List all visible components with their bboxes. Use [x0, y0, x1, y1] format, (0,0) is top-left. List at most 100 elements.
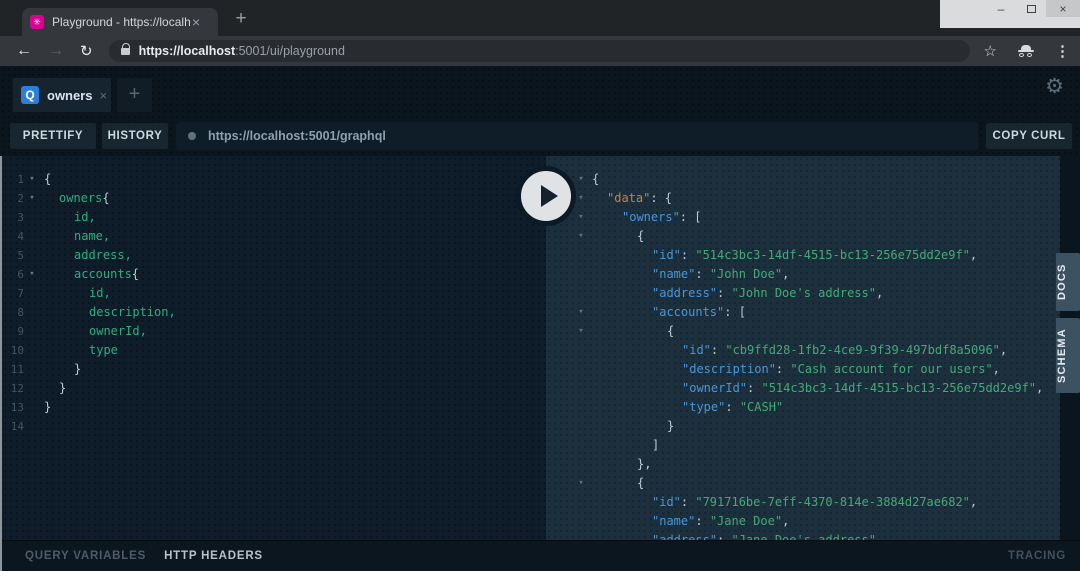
browser-tab[interactable]: ✳ Playground - https://localhost:50 × [22, 8, 218, 36]
fold-arrow-icon[interactable]: ▾ [574, 170, 588, 189]
history-button[interactable]: HISTORY [102, 123, 168, 149]
fold-gutter [24, 284, 40, 303]
fold-gutter [574, 341, 588, 360]
schema-tab[interactable]: SCHEMA [1056, 318, 1080, 393]
endpoint-url: https://localhost:5001/graphql [208, 129, 386, 143]
fold-arrow-icon[interactable]: ▾ [574, 474, 588, 493]
new-tab-button[interactable]: + [228, 6, 254, 32]
code-line: 7 id, [2, 284, 546, 303]
line-number: 11 [10, 363, 24, 376]
fold-gutter [574, 265, 588, 284]
copy-curl-button[interactable]: COPY CURL [986, 123, 1072, 149]
query-variables-tab[interactable]: QUERY VARIABLES [25, 550, 146, 562]
code-text: } [59, 381, 67, 395]
code-text: id, [74, 210, 96, 224]
code-line: 6 ▾ accounts{ [2, 265, 546, 284]
fold-gutter [24, 398, 40, 417]
lock-icon[interactable] [120, 42, 131, 55]
code-line: 4 name, [2, 227, 546, 246]
bookmark-star-icon[interactable]: ☆ [984, 42, 997, 60]
fold-arrow-icon[interactable]: ▾ [24, 265, 40, 284]
window-frame: – × [940, 0, 1080, 28]
fold-arrow-icon[interactable]: ▾ [574, 227, 588, 246]
session-tab-title: owners [47, 87, 93, 103]
code-text: "owners": [ [622, 210, 702, 224]
line-number: 2 [17, 192, 24, 205]
fold-gutter [24, 303, 40, 322]
session-tab-owners[interactable]: Q owners × [13, 78, 111, 112]
code-text: "address": "John Doe's address", [652, 286, 884, 300]
fold-gutter [574, 436, 588, 455]
tracing-tab[interactable]: TRACING [1008, 550, 1066, 562]
line-number: 10 [10, 344, 24, 357]
browser-menu-icon[interactable]: ⋮ [1055, 42, 1070, 60]
fold-arrow-icon[interactable]: ▾ [574, 208, 588, 227]
code-text: "description": "Cash account for our use… [682, 362, 1000, 376]
code-line: 3 id, [2, 208, 546, 227]
graphql-playground: Q owners × + ⚙ PRETTIFY HISTORY https://… [0, 66, 1080, 571]
browser-tab-close-icon[interactable]: × [192, 14, 200, 30]
code-text: { [637, 476, 645, 490]
query-editor[interactable]: 1 ▾{2 ▾ owners{3 id, 4 name, 5 address, 6 ▾ account… [2, 156, 546, 540]
fold-gutter [24, 227, 40, 246]
code-text: description, [89, 305, 176, 319]
playground-toolbar: PRETTIFY HISTORY https://localhost:5001/… [0, 112, 1080, 156]
fold-gutter [24, 341, 40, 360]
endpoint-status-dot [188, 132, 196, 140]
code-text: "address": "Jane Doe's address", [652, 533, 884, 540]
line-number: 7 [17, 287, 24, 300]
code-line: 11} [2, 360, 546, 379]
code-text: "ownerId": "514c3bc3-14df-4515-bc13-256e… [682, 381, 1044, 395]
back-button[interactable]: ← [16, 43, 32, 59]
fold-arrow-icon[interactable]: ▾ [574, 303, 588, 322]
code-text: "id": "cb9ffd28-1fb2-4ce9-9f39-497bdf8a5… [682, 343, 1008, 357]
code-text: name, [74, 229, 111, 243]
code-line: 13} [2, 398, 546, 417]
browser-window: ✳ Playground - https://localhost:50 × + … [0, 0, 1080, 571]
code-text: { [44, 172, 52, 186]
code-line: ▾ "owners": [ [546, 208, 1060, 227]
code-text: ownerId, [89, 324, 147, 338]
forward-button[interactable]: → [48, 43, 64, 59]
browser-toolbar: ← → ↻ https://localhost :5001/ui/playgro… [0, 36, 1080, 66]
window-minimize-button[interactable]: – [986, 0, 1016, 17]
fold-gutter [574, 531, 588, 540]
fold-gutter [24, 322, 40, 341]
fold-gutter [24, 246, 40, 265]
code-line: 2 ▾ owners{ [2, 189, 546, 208]
response-viewer-lines: ▾{▾ "data": {▾ "owners": [▾{"id": "514c3bc… [546, 170, 1060, 540]
new-session-tab-button[interactable]: + [117, 78, 152, 112]
endpoint-input[interactable]: https://localhost:5001/graphql [176, 122, 978, 150]
response-viewer: ▾{▾ "data": {▾ "owners": [▾{"id": "514c3bc… [546, 156, 1060, 540]
fold-arrow-icon[interactable]: ▾ [24, 189, 40, 208]
session-tab-close-icon[interactable]: × [100, 88, 108, 103]
window-close-button[interactable]: × [1046, 0, 1080, 17]
reload-button[interactable]: ↻ [80, 44, 93, 59]
docs-tab[interactable]: DOCS [1056, 253, 1080, 311]
code-text: "accounts": [ [652, 305, 746, 319]
code-line: ▾{ [546, 170, 1060, 189]
settings-gear-icon[interactable]: ⚙ [1045, 76, 1064, 97]
play-button[interactable] [516, 166, 576, 226]
browser-tab-strip: ✳ Playground - https://localhost:50 × + … [0, 0, 1080, 36]
fold-arrow-icon[interactable]: ▾ [574, 322, 588, 341]
code-line: "description": "Cash account for our use… [546, 360, 1060, 379]
http-headers-tab[interactable]: HTTP HEADERS [164, 550, 263, 562]
line-number: 8 [17, 306, 24, 319]
prettify-button[interactable]: PRETTIFY [10, 123, 96, 149]
code-text: id, [89, 286, 111, 300]
code-text: owners{ [59, 191, 110, 205]
code-line: } [546, 417, 1060, 436]
line-number: 5 [17, 249, 24, 262]
address-bar[interactable]: https://localhost :5001/ui/playground [108, 40, 970, 62]
code-text: { [592, 172, 600, 186]
fold-arrow-icon[interactable]: ▾ [24, 170, 40, 189]
play-icon [540, 185, 558, 207]
code-line: "ownerId": "514c3bc3-14df-4515-bc13-256e… [546, 379, 1060, 398]
fold-gutter [574, 398, 588, 417]
fold-arrow-icon[interactable]: ▾ [574, 189, 588, 208]
window-maximize-button[interactable] [1016, 0, 1046, 17]
fold-gutter [24, 208, 40, 227]
code-line: 14 [2, 417, 546, 436]
